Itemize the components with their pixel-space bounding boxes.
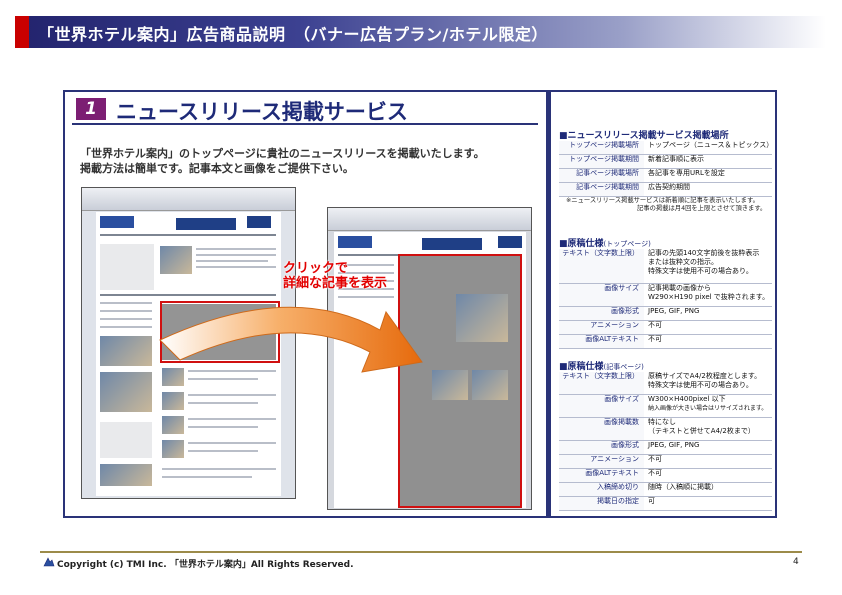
browser-chrome	[328, 208, 531, 231]
placement-table: トップページ掲載場所 トップページ（ニュース＆トピックス） トップページ掲載期間新…	[559, 141, 773, 197]
page-title: 「世界ホテル案内」広告商品説明 （バナー広告プラン/ホテル限定）	[38, 25, 548, 44]
placement-section-title: ■ニュースリリース掲載サービス掲載場所	[559, 131, 729, 141]
top-spec-table: テキスト（文字数上限） 記事の先頭140文字前後を抜粋表示 または抜粋文の指示。 特殊…	[559, 249, 772, 349]
intro-text-line1: 「世界ホテル案内」のトップページに貴社のニュースリリースを掲載いたします。	[80, 147, 485, 160]
table-row: テキスト（文字数上限） 記事の先頭140文字前後を抜粋表示 または抜粋文の指示。 特殊…	[559, 249, 772, 284]
company-logo-icon	[43, 557, 55, 567]
footer-rule	[40, 551, 802, 553]
table-row: 画像掲載数 特になし （テキストと併せてA4/2枚まで）	[559, 417, 772, 441]
article-spec-section-title: ■原稿仕様(記事ページ)	[559, 362, 644, 372]
arrow-right-icon	[159, 306, 423, 373]
table-row: 画像ALTテキスト 不可	[559, 468, 772, 483]
table-row: 記事ページ掲載場所 各記事を専用URLを設定	[559, 168, 772, 183]
service-number-badge: 1	[76, 98, 106, 120]
table-row: 画像形式 JPEG, GIF, PNG	[559, 306, 772, 321]
browser-chrome	[82, 188, 295, 211]
click-caption-line2: 詳細な記事を表示	[283, 276, 388, 291]
heading-rule	[72, 123, 538, 125]
table-row: 掲載日の指定可	[559, 496, 772, 511]
header-accent-bar	[15, 16, 29, 48]
table-row: 画像サイズ 記事掲載の画像から W290×H190 pixel で抜粋されます。	[559, 283, 772, 307]
intro-text-line2: 掲載方法は簡単です。記事本文と画像をご提供下さい。	[80, 162, 354, 175]
placement-note-line2: 記事の掲載は月4回を上限とさせて頂きます。	[637, 205, 767, 212]
table-row: アニメーション 不可	[559, 454, 772, 469]
table-row: 入稿締め切り 随時（入稿順に掲載）	[559, 482, 772, 497]
column-divider	[546, 92, 551, 516]
placement-note-line1: ※ニュースリリース掲載サービスは新着順に記事を表示いたします。	[566, 197, 759, 204]
table-row: アニメーション 不可	[559, 320, 772, 335]
copyright-text: Copyright (c) TMI Inc. 「世界ホテル案内」All Righ…	[57, 560, 354, 570]
table-row: 画像形式 JPEG, GIF, PNG	[559, 440, 772, 455]
tmi-logo	[247, 216, 271, 228]
table-row: 画像サイズ W300×H400pixel 以下 納入画像が大きい場合はリサイズされま…	[559, 394, 772, 418]
article-spec-table: テキスト（文字数上限） 原稿サイズでA4/2枚程度とします。 特殊文字は使用不可の場…	[559, 372, 772, 511]
site-logo	[100, 216, 134, 228]
table-row: 記事ページ掲載期間 広告契約期間	[559, 182, 772, 197]
table-row: テキスト（文字数上限） 原稿サイズでA4/2枚程度とします。 特殊文字は使用不可の場…	[559, 372, 772, 395]
service-title: ニュースリリース掲載サービス	[116, 100, 408, 124]
table-row: トップページ掲載場所 トップページ（ニュース＆トピックス）	[559, 141, 773, 155]
top-spec-section-title: ■原稿仕様(トップページ)	[559, 239, 651, 249]
page-number: 4	[793, 557, 799, 567]
table-row: トップページ掲載期間 新着記事順に表示	[559, 154, 772, 169]
table-row: 画像ALTテキスト 不可	[559, 334, 772, 349]
site-banner	[176, 218, 236, 230]
